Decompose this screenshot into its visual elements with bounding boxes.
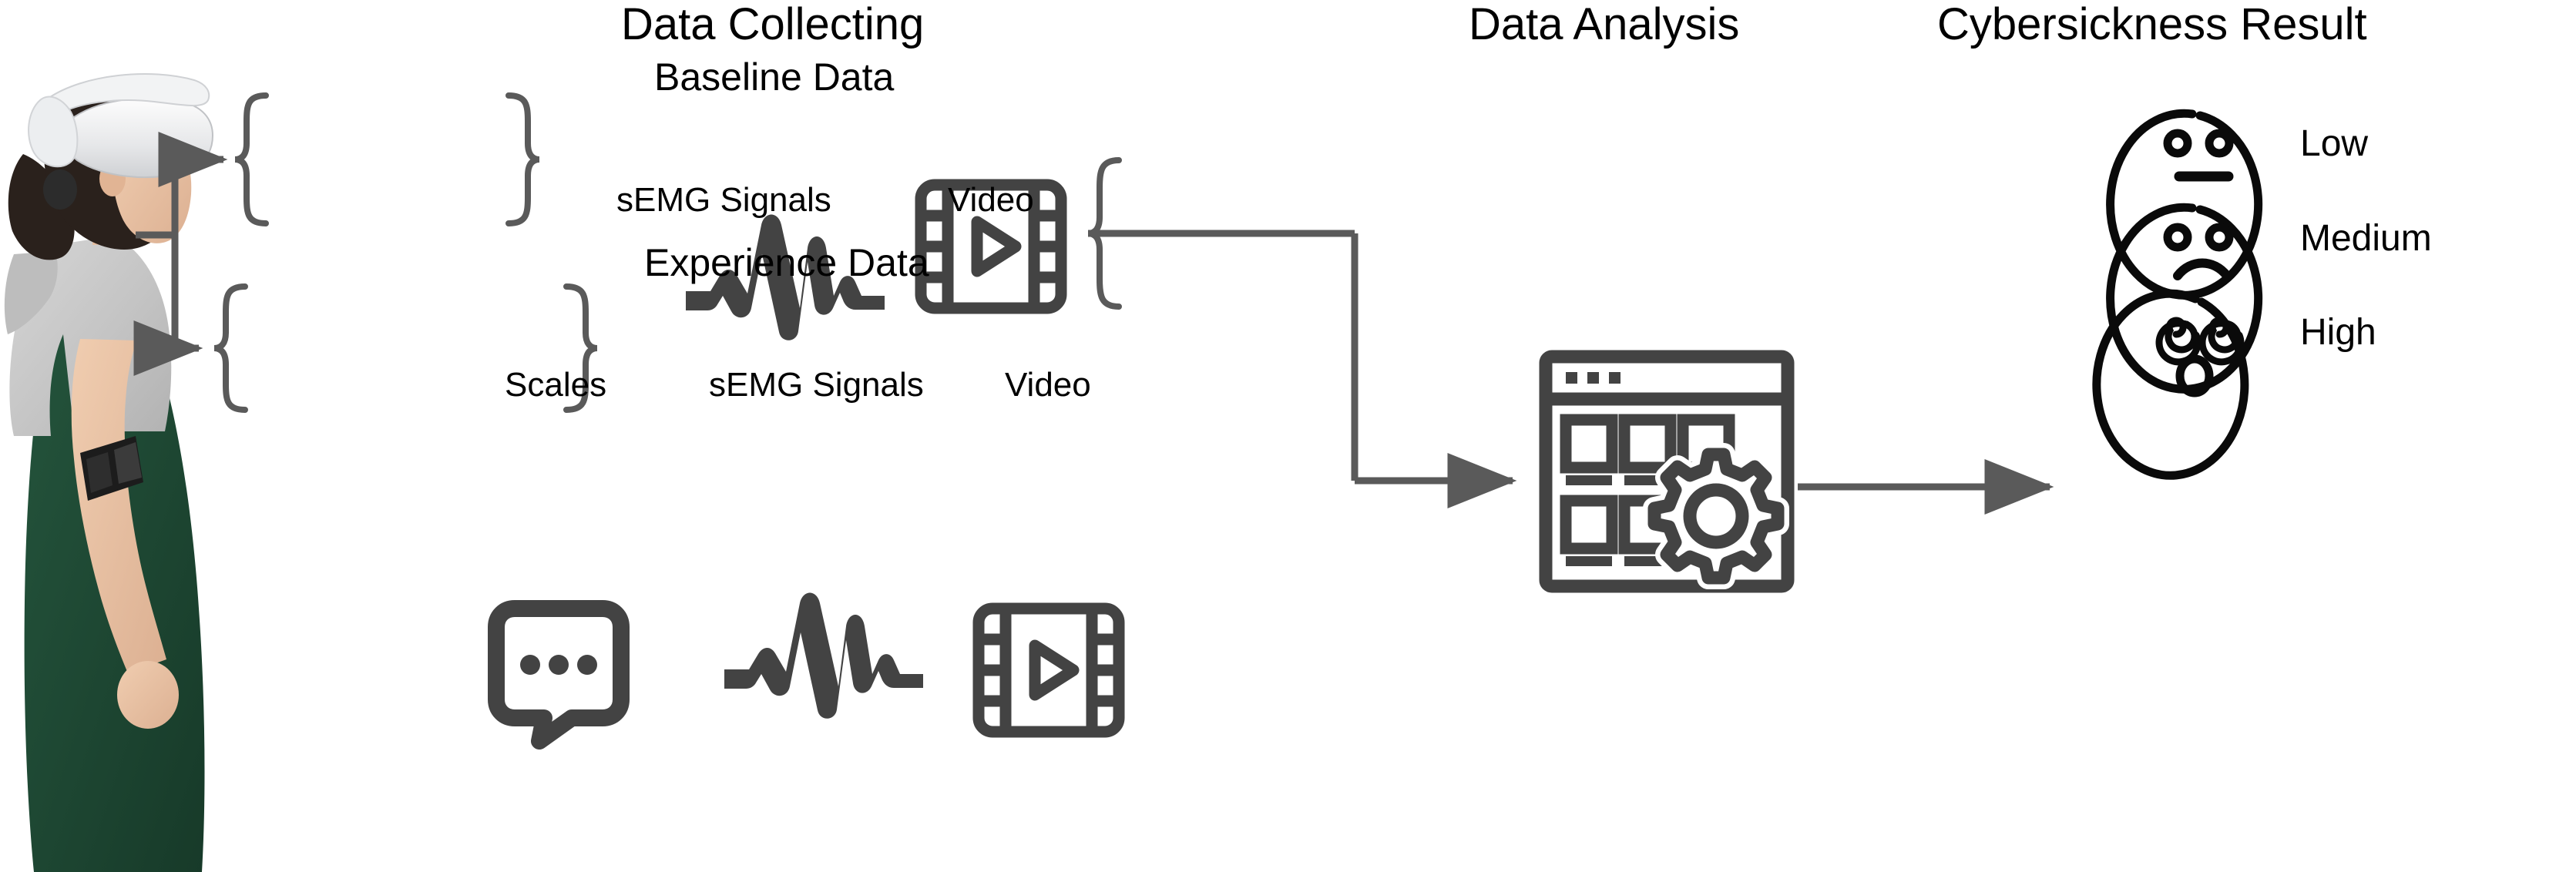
page-title-cybersickness-result: Cybersickness Result <box>1937 0 2367 49</box>
icon-label-baseline-video: Video <box>948 181 1034 219</box>
diagram-graphics <box>4 73 2263 872</box>
baseline-right-brace <box>505 92 540 226</box>
icon-label-experience-video: Video <box>1005 366 1091 404</box>
baseline-left-brace <box>234 92 269 226</box>
icon-label-baseline-semg: sEMG Signals <box>616 181 831 219</box>
group-title-experience-data: Experience Data <box>644 241 929 284</box>
result-label-high: High <box>2300 312 2376 353</box>
icon-label-experience-semg: sEMG Signals <box>709 366 924 404</box>
diagram-canvas: Data Collecting Data Analysis Cybersickn… <box>0 0 2576 872</box>
vr-participant-photo <box>4 73 214 872</box>
result-label-low: Low <box>2300 123 2369 164</box>
dashboard-gear-icon <box>1539 350 1795 593</box>
group-title-baseline-data: Baseline Data <box>654 55 895 99</box>
page-title-data-collecting: Data Collecting <box>621 0 925 49</box>
waveform-icon <box>724 592 923 719</box>
experience-left-brace <box>213 283 248 413</box>
page-title-data-analysis: Data Analysis <box>1469 0 1740 49</box>
icon-label-experience-scales: Scales <box>505 366 607 404</box>
result-label-medium: Medium <box>2300 218 2432 259</box>
chat-bubble-icon <box>488 600 630 750</box>
collecting-to-analysis-arrow <box>1088 230 1517 508</box>
filmstrip-icon <box>972 602 1125 738</box>
